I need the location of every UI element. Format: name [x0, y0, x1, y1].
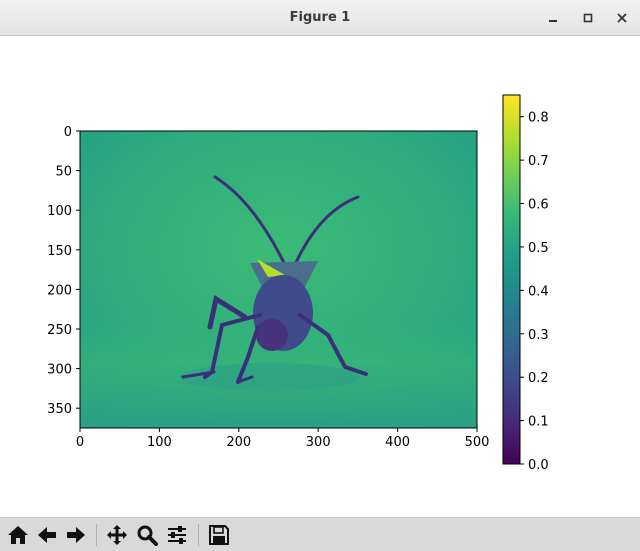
x-tick-label: 300 — [306, 435, 331, 450]
colorbar-tick-label: 0.8 — [528, 111, 549, 126]
colorbar-gradient — [502, 94, 521, 465]
y-tick-label: 300 — [47, 363, 72, 378]
home-icon — [8, 526, 28, 544]
x-tick-label: 0 — [76, 435, 84, 450]
save-button[interactable] — [206, 522, 232, 548]
x-tick-label: 400 — [385, 435, 410, 450]
arrow-left-icon — [38, 527, 56, 543]
y-axis: 0 50 100 150 200 250 300 350 — [47, 125, 80, 417]
y-tick-label: 0 — [64, 125, 72, 140]
pan-button[interactable] — [104, 522, 130, 548]
back-button[interactable] — [34, 522, 60, 548]
move-icon — [107, 525, 127, 545]
minimize-button[interactable] — [543, 8, 563, 28]
navigation-toolbar — [0, 517, 640, 551]
y-tick-label: 150 — [47, 244, 72, 259]
colorbar-tick-label: 0.6 — [528, 198, 549, 213]
x-tick-label: 200 — [226, 435, 251, 450]
toolbar-separator — [96, 524, 97, 546]
zoom-button[interactable] — [134, 522, 160, 548]
sliders-icon — [168, 526, 186, 544]
y-tick-label: 100 — [47, 204, 72, 219]
x-tick-label: 100 — [147, 435, 172, 450]
y-tick-label: 200 — [47, 283, 72, 298]
magnifier-icon — [137, 525, 158, 546]
floppy-disk-icon — [209, 525, 229, 545]
maximize-button[interactable] — [578, 8, 598, 28]
colorbar-tick-label: 0.5 — [528, 241, 549, 256]
minimize-icon — [549, 20, 557, 22]
arrow-right-icon — [67, 527, 85, 543]
colorbar-tick-label: 0.7 — [528, 154, 549, 169]
maximize-icon — [583, 13, 593, 23]
colorbar-tick-label: 0.3 — [528, 328, 549, 343]
image-plot — [80, 131, 477, 428]
close-icon — [617, 13, 627, 23]
colorbar-tick-label: 0.2 — [528, 371, 549, 386]
title-bar: Figure 1 — [0, 0, 640, 36]
colorbar-tick-label: 0.1 — [528, 415, 549, 430]
x-axis: 0 100 200 300 400 500 — [76, 428, 490, 450]
forward-button[interactable] — [63, 522, 89, 548]
colorbar-tick-label: 0.4 — [528, 284, 549, 299]
colorbar-tick-label: 0.0 — [528, 458, 549, 473]
configure-subplots-button[interactable] — [164, 522, 190, 548]
y-tick-label: 350 — [47, 402, 72, 417]
toolbar-separator — [198, 524, 199, 546]
close-button[interactable] — [612, 8, 632, 28]
figure-canvas[interactable]: 0 50 100 150 200 250 300 350 0 100 200 300 400 500 0… — [0, 37, 640, 517]
y-tick-label: 250 — [47, 323, 72, 338]
colorbar: 0.0 0.1 0.2 0.3 0.4 0.5 0.6 0.7 0.8 — [502, 94, 549, 473]
y-tick-label: 50 — [55, 165, 72, 180]
home-button[interactable] — [5, 522, 31, 548]
x-tick-label: 500 — [465, 435, 490, 450]
